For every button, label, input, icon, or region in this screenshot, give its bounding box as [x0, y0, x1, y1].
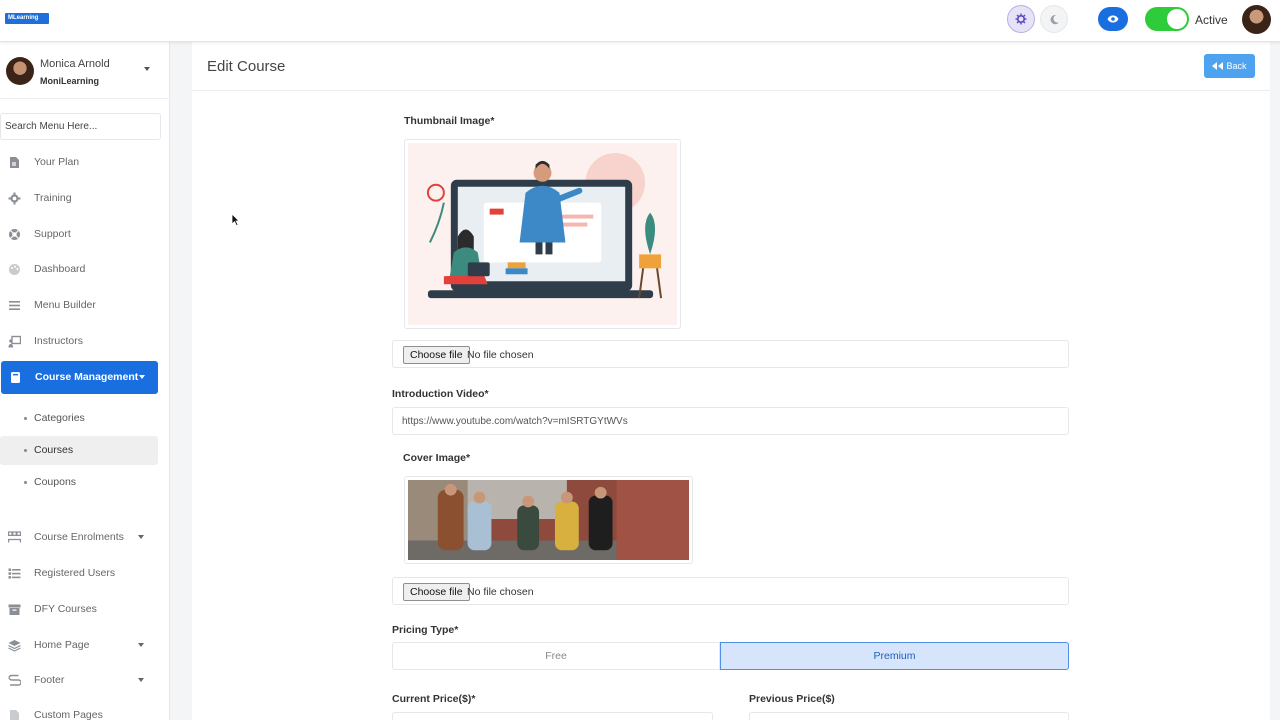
sidebar-item-course-enrolments[interactable]: Course Enrolments — [0, 521, 160, 554]
footer-icon — [8, 674, 21, 686]
archive-icon — [8, 604, 21, 615]
sidebar-item-label: Footer — [34, 674, 65, 686]
lifebuoy-icon — [9, 229, 20, 240]
sidebar-item-label: Instructors — [34, 335, 84, 347]
theme-settings-button[interactable] — [1007, 5, 1035, 33]
edit-course-card: Edit Course Back Thumbnail Image* Choose… — [192, 42, 1270, 720]
menu-search-input[interactable] — [0, 113, 161, 140]
thumbnail-preview — [404, 139, 681, 329]
user-org: MoniLearning — [40, 76, 99, 86]
mouse-cursor-icon — [231, 213, 240, 227]
user-name: Monica Arnold — [40, 58, 110, 70]
page-icon — [10, 710, 19, 720]
current-price-label: Current Price($)* — [392, 693, 476, 705]
sidebar-item-custom-pages[interactable]: Custom Pages — [0, 699, 160, 720]
chevron-down-icon — [138, 535, 144, 539]
thumbnail-label: Thumbnail Image* — [404, 115, 495, 127]
sidebar-subitem-coupons[interactable]: Coupons — [0, 468, 158, 497]
sidebar-item-label: Registered Users — [34, 567, 116, 579]
chevron-down-icon — [139, 375, 145, 379]
chevron-down-icon — [144, 67, 150, 71]
brand-logo[interactable]: MLearning — [5, 13, 49, 24]
sidebar-item-label: Menu Builder — [34, 299, 96, 311]
sidebar-item-dfy-courses[interactable]: DFY Courses — [0, 593, 160, 626]
sidebar-item-label: Dashboard — [34, 263, 86, 275]
thumbnail-file-input[interactable]: Choose file No file chosen — [392, 340, 1069, 368]
cover-photo — [408, 480, 689, 560]
bullet-icon — [24, 417, 27, 420]
back-button-label: Back — [1226, 61, 1247, 71]
card-header: Edit Course Back — [192, 42, 1270, 91]
sidebar-item-home-page[interactable]: Home Page — [0, 629, 160, 662]
pricing-type-label: Pricing Type* — [392, 624, 459, 636]
pricing-option-premium[interactable]: Premium — [720, 642, 1069, 670]
sidebar-item-label: DFY Courses — [34, 603, 97, 615]
palette-icon — [9, 264, 20, 275]
profile-avatar[interactable] — [1242, 5, 1271, 34]
sidebar-item-support[interactable]: Support — [0, 218, 160, 251]
book-icon — [11, 372, 20, 383]
intro-video-label: Introduction Video* — [392, 388, 489, 400]
current-price-input[interactable] — [392, 712, 713, 720]
cover-image-label: Cover Image* — [403, 452, 471, 464]
sidebar-subitem-label: Categories — [34, 412, 85, 424]
sidebar-item-label: Course Enrolments — [34, 531, 124, 543]
gear-icon — [1015, 13, 1027, 25]
sidebar-item-registered-users[interactable]: Registered Users — [0, 557, 160, 590]
layers-icon — [8, 640, 21, 652]
moon-icon — [1050, 14, 1059, 24]
bullet-icon — [24, 481, 27, 484]
preview-button[interactable] — [1098, 7, 1128, 31]
status-label: Active — [1195, 13, 1228, 27]
sidebar-item-footer[interactable]: Footer — [0, 664, 160, 697]
previous-price-label: Previous Price($) — [749, 693, 835, 705]
plan-icon — [10, 157, 19, 168]
sidebar: Monica Arnold MoniLearning Your Plan Tra… — [0, 42, 170, 720]
sidebar-subitem-courses[interactable]: Courses — [0, 436, 158, 465]
cover-file-input[interactable]: Choose file No file chosen — [392, 577, 1069, 605]
user-avatar — [6, 57, 34, 85]
chevron-down-icon — [138, 678, 144, 682]
intro-video-input[interactable] — [392, 407, 1069, 435]
sidebar-item-training[interactable]: Training — [0, 182, 160, 215]
sidebar-item-instructors[interactable]: Instructors — [0, 325, 160, 358]
cover-preview — [404, 476, 693, 564]
user-menu[interactable]: Monica Arnold MoniLearning — [0, 42, 170, 99]
sidebar-item-your-plan[interactable]: Your Plan — [0, 146, 160, 179]
bullet-icon — [24, 449, 27, 452]
choose-file-button[interactable]: Choose file — [403, 346, 470, 364]
choose-file-button[interactable]: Choose file — [403, 583, 470, 601]
sidebar-subitem-label: Courses — [34, 444, 74, 456]
status-toggle[interactable] — [1145, 7, 1189, 31]
dark-mode-button[interactable] — [1040, 5, 1068, 33]
gear-icon — [8, 192, 21, 205]
sidebar-item-label: Custom Pages — [34, 709, 103, 720]
sidebar-item-label: Course Management — [35, 371, 139, 383]
users-icon — [8, 531, 21, 543]
sidebar-subitem-categories[interactable]: Categories — [0, 404, 158, 433]
file-status: No file chosen — [467, 586, 534, 598]
thumbnail-illustration — [408, 143, 677, 325]
previous-price-input[interactable] — [749, 712, 1069, 720]
top-bar: MLearning Active — [0, 0, 1280, 42]
sidebar-item-course-management[interactable]: Course Management — [1, 361, 158, 394]
page-title: Edit Course — [207, 58, 286, 75]
chevron-down-icon — [138, 643, 144, 647]
pricing-option-free[interactable]: Free — [392, 642, 720, 670]
menu-icon — [9, 301, 20, 310]
sidebar-item-menu-builder[interactable]: Menu Builder — [0, 289, 160, 322]
rewind-icon — [1212, 62, 1224, 70]
list-icon — [8, 568, 21, 579]
back-button[interactable]: Back — [1204, 54, 1255, 78]
instructor-icon — [8, 335, 21, 348]
sidebar-item-label: Your Plan — [34, 156, 80, 168]
sidebar-item-dashboard[interactable]: Dashboard — [0, 253, 160, 286]
sidebar-subitem-label: Coupons — [34, 476, 77, 488]
toggle-knob — [1167, 9, 1187, 29]
file-status: No file chosen — [467, 349, 534, 361]
sidebar-item-label: Support — [34, 228, 71, 240]
sidebar-item-label: Home Page — [34, 639, 90, 651]
eye-icon — [1107, 15, 1119, 23]
sidebar-item-label: Training — [34, 192, 72, 204]
